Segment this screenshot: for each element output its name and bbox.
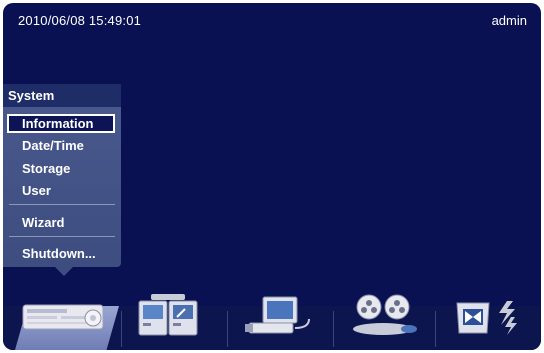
system-menu: System Information Date/Time Storage Use… (3, 84, 121, 267)
menu-item-wizard[interactable]: Wizard (7, 213, 115, 232)
tab-separator (435, 311, 436, 347)
menu-pointer-arrow (55, 267, 73, 276)
film-reel-record-icon[interactable] (349, 293, 419, 337)
status-user: admin (491, 13, 527, 28)
menu-item-storage[interactable]: Storage (7, 159, 115, 178)
monitor-layout-icon[interactable] (137, 293, 199, 337)
dvr-screen: 2010/06/08 15:49:01 admin System Informa… (3, 3, 541, 350)
menu-title: System (3, 84, 121, 107)
camera-device-icon[interactable] (243, 295, 315, 337)
tab-separator (227, 311, 228, 347)
menu-item-information[interactable]: Information (7, 114, 115, 133)
menu-separator (9, 236, 115, 237)
status-datetime: 2010/06/08 15:49:01 (18, 13, 142, 28)
network-event-icon[interactable] (451, 295, 527, 337)
tab-separator (333, 311, 334, 347)
menu-item-user[interactable]: User (7, 181, 115, 200)
menu-item-shutdown[interactable]: Shutdown... (7, 244, 115, 263)
tab-separator (121, 311, 122, 347)
menu-item-date-time[interactable]: Date/Time (7, 136, 115, 155)
dvr-system-icon[interactable] (21, 299, 107, 333)
menu-separator (9, 204, 115, 205)
